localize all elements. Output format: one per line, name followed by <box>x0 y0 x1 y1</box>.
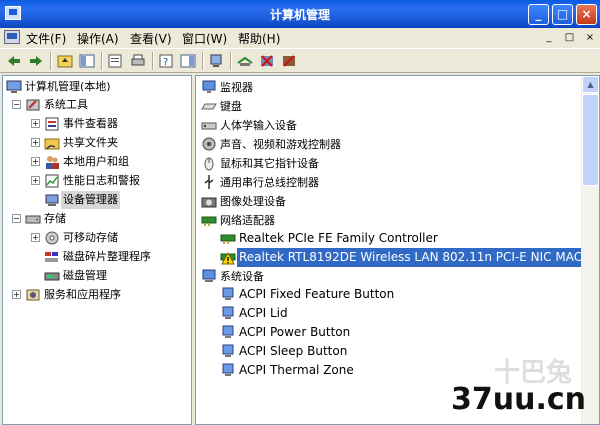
disable-device-icon[interactable] <box>281 53 297 69</box>
menu-bar: 文件(F) 操作(A) 查看(V) 窗口(W) 帮助(H) _ □ × <box>0 28 600 47</box>
disk-management-icon <box>44 272 60 281</box>
services-icon <box>26 289 40 301</box>
svg-text:?: ? <box>163 57 168 68</box>
system-device-icon <box>222 325 234 338</box>
tree-expander[interactable]: + <box>31 157 40 166</box>
up-level-icon[interactable] <box>57 53 73 69</box>
tree-expander[interactable]: − <box>12 100 21 109</box>
camera-icon <box>201 197 217 208</box>
maximize-button[interactable]: □ <box>552 4 573 25</box>
site-watermark: 37uu.cn <box>451 382 586 417</box>
hid-icon <box>201 122 217 130</box>
menu-file[interactable]: 文件(F) <box>26 30 66 47</box>
scroll-thumb[interactable] <box>582 94 599 186</box>
show-hide-action-pane-icon[interactable] <box>180 53 196 69</box>
removable-storage-icon <box>45 231 59 245</box>
mdi-minimize-button[interactable]: _ <box>541 31 557 45</box>
title-bar[interactable]: 计算机管理 _ □ × <box>0 0 600 28</box>
menu-action[interactable]: 操作(A) <box>77 30 119 47</box>
system-device-icon <box>202 269 216 282</box>
menu-view[interactable]: 查看(V) <box>130 30 172 47</box>
show-hide-tree-icon[interactable] <box>79 53 95 69</box>
toolbar: ? <box>0 48 600 73</box>
back-arrow-icon[interactable] <box>6 53 22 69</box>
properties-icon[interactable] <box>107 53 123 69</box>
computer-management-window: 计算机管理 _ □ × 文件(F) 操作(A) 查看(V) 窗口(W) 帮助(H… <box>0 0 600 425</box>
minimize-button[interactable]: _ <box>528 4 549 25</box>
system-device-icon <box>222 306 234 319</box>
warning-network-adapter-icon <box>220 251 236 265</box>
keyboard-icon <box>201 103 217 110</box>
computer-management-icon <box>6 80 22 93</box>
device-manager-icon <box>45 194 59 206</box>
monitor-icon <box>202 80 216 93</box>
defrag-icon <box>45 252 58 262</box>
users-icon <box>46 156 59 169</box>
shared-folder-icon <box>44 138 60 150</box>
close-button[interactable]: × <box>576 4 597 25</box>
menu-window[interactable]: 窗口(W) <box>182 30 227 47</box>
system-device-icon <box>222 363 234 376</box>
update-driver-icon[interactable] <box>237 53 253 69</box>
tree-expander[interactable]: + <box>12 290 21 299</box>
system-device-icon <box>222 344 234 357</box>
mdi-restore-button[interactable]: □ <box>562 31 578 45</box>
storage-icon <box>25 215 41 224</box>
scroll-up-arrow[interactable]: ▲ <box>582 76 599 93</box>
console-tree[interactable]: 计算机管理(本地) − 系统工具 + 事件查看器 + 共享文件夹 + 本地用户和… <box>2 75 192 425</box>
window-title: 计算机管理 <box>269 8 330 22</box>
performance-icon <box>45 174 59 188</box>
network-adapter-icon <box>201 216 217 226</box>
system-device-icon <box>222 287 234 300</box>
tree-expander[interactable]: + <box>31 176 40 185</box>
tree-expander[interactable]: − <box>12 214 21 223</box>
vertical-scrollbar[interactable]: ▲ <box>581 76 599 424</box>
tree-expander[interactable]: + <box>31 119 40 128</box>
system-tools-icon <box>26 99 40 111</box>
scan-hardware-icon[interactable] <box>208 53 224 69</box>
uninstall-device-icon[interactable] <box>259 53 275 69</box>
forward-arrow-icon[interactable] <box>28 53 44 69</box>
tree-expander[interactable]: + <box>31 233 40 242</box>
tree-expander[interactable]: + <box>31 138 40 147</box>
event-viewer-icon <box>45 117 59 131</box>
usb-icon <box>204 175 214 189</box>
mdi-controls: _ □ × <box>540 30 598 45</box>
mmc-menu-icon[interactable] <box>4 30 20 44</box>
mouse-icon <box>204 157 214 171</box>
speaker-icon <box>202 137 216 151</box>
mdi-close-button[interactable]: × <box>582 31 598 45</box>
menu-help[interactable]: 帮助(H) <box>238 30 280 47</box>
network-adapter-icon <box>220 234 236 244</box>
help-icon[interactable]: ? <box>158 53 174 69</box>
print-icon[interactable] <box>130 53 146 69</box>
